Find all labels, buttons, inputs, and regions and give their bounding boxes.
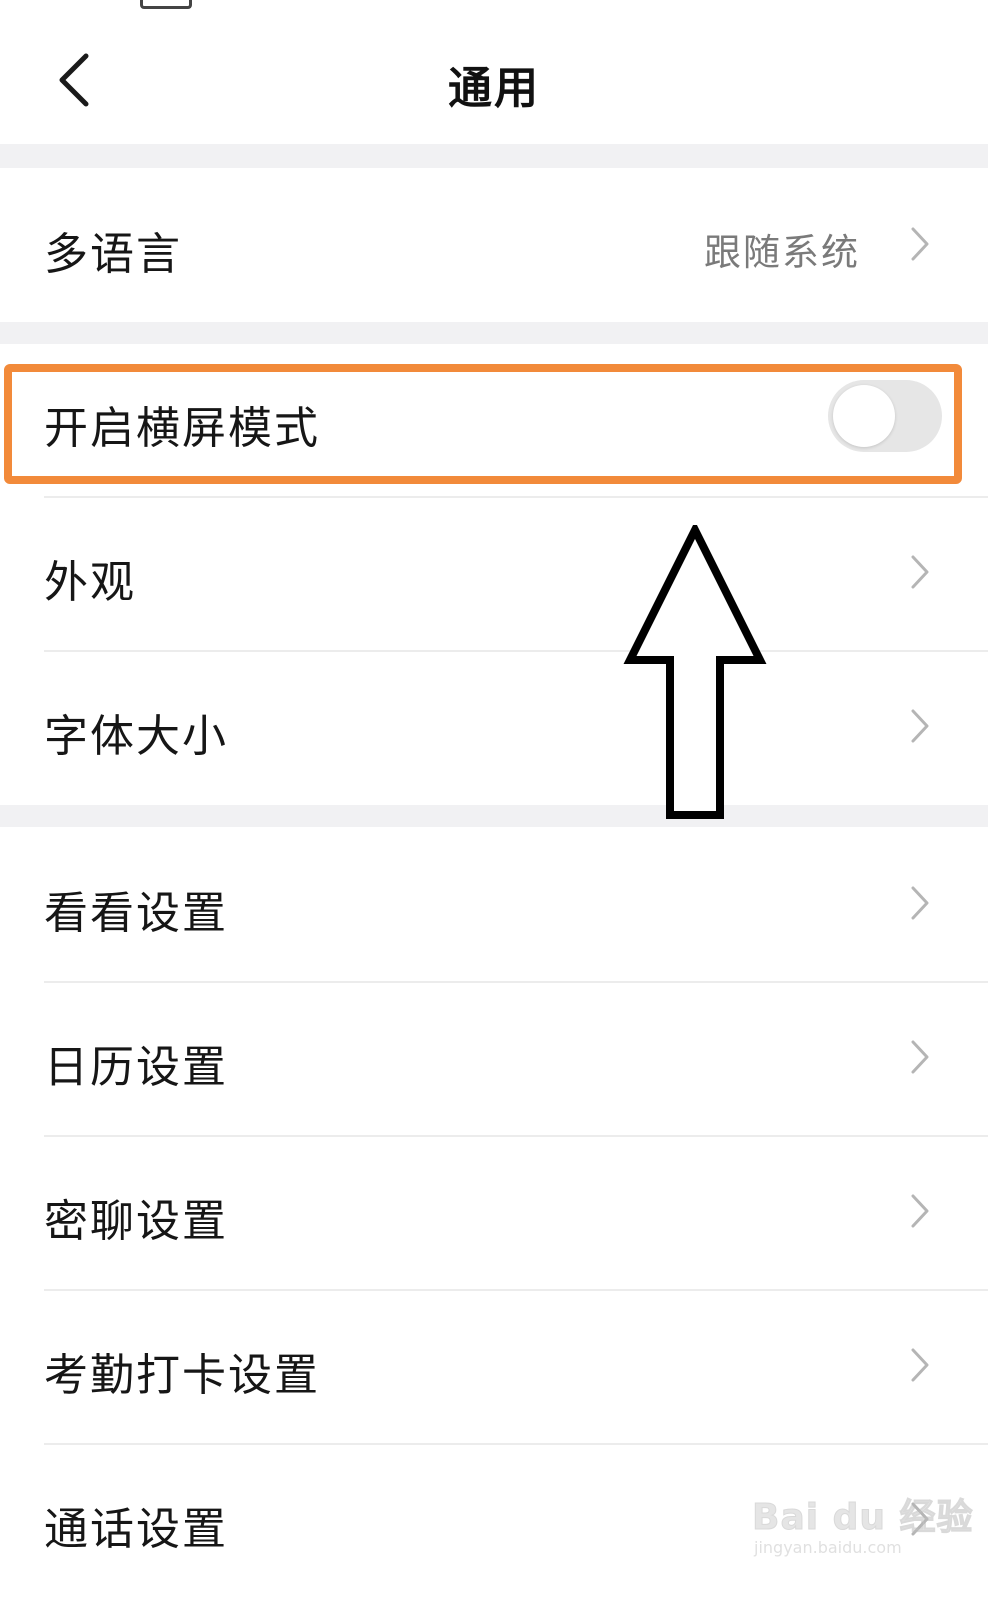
chevron-right-icon xyxy=(911,555,929,589)
divider xyxy=(44,981,988,983)
divider xyxy=(44,650,988,652)
navigation-bar: 通用 xyxy=(0,0,988,144)
row-label-landscape-mode: 开启横屏模式 xyxy=(44,403,320,454)
divider xyxy=(44,1289,988,1291)
row-call-settings[interactable]: 通话设置 xyxy=(0,1443,988,1600)
row-secret-chat-settings[interactable]: 密聊设置 xyxy=(0,1135,988,1289)
landscape-mode-toggle[interactable] xyxy=(828,380,942,452)
chevron-right-icon xyxy=(911,709,929,743)
row-label-calendar-settings: 日历设置 xyxy=(44,1042,228,1093)
status-bar-fragment xyxy=(140,0,192,9)
row-label-font-size: 字体大小 xyxy=(44,711,228,762)
divider xyxy=(44,1443,988,1445)
row-label-attendance-settings: 考勤打卡设置 xyxy=(44,1350,320,1401)
chevron-right-icon xyxy=(911,1040,929,1074)
chevron-right-icon xyxy=(911,1348,929,1382)
row-landscape-mode: 开启横屏模式 xyxy=(0,344,988,496)
divider xyxy=(44,1135,988,1137)
row-label-appearance: 外观 xyxy=(44,557,136,608)
row-calendar-settings[interactable]: 日历设置 xyxy=(0,981,988,1135)
section-gap xyxy=(0,144,988,168)
page-title: 通用 xyxy=(448,63,540,114)
row-label-language: 多语言 xyxy=(44,229,182,280)
row-kankan-settings[interactable]: 看看设置 xyxy=(0,827,988,981)
section-gap xyxy=(0,322,988,344)
divider xyxy=(44,496,988,498)
toggle-knob xyxy=(833,385,895,447)
chevron-right-icon xyxy=(911,886,929,920)
row-font-size[interactable]: 字体大小 xyxy=(0,650,988,805)
chevron-right-icon xyxy=(911,1502,929,1536)
section-gap xyxy=(0,805,988,827)
row-language[interactable]: 多语言 跟随系统 xyxy=(0,168,988,322)
row-attendance-settings[interactable]: 考勤打卡设置 xyxy=(0,1289,988,1443)
row-value-language: 跟随系统 xyxy=(704,231,860,274)
row-label-call-settings: 通话设置 xyxy=(44,1504,228,1555)
row-label-kankan-settings: 看看设置 xyxy=(44,888,228,939)
row-label-secret-chat-settings: 密聊设置 xyxy=(44,1196,228,1247)
chevron-right-icon xyxy=(911,1194,929,1228)
chevron-right-icon xyxy=(911,227,929,261)
row-appearance[interactable]: 外观 xyxy=(0,496,988,650)
